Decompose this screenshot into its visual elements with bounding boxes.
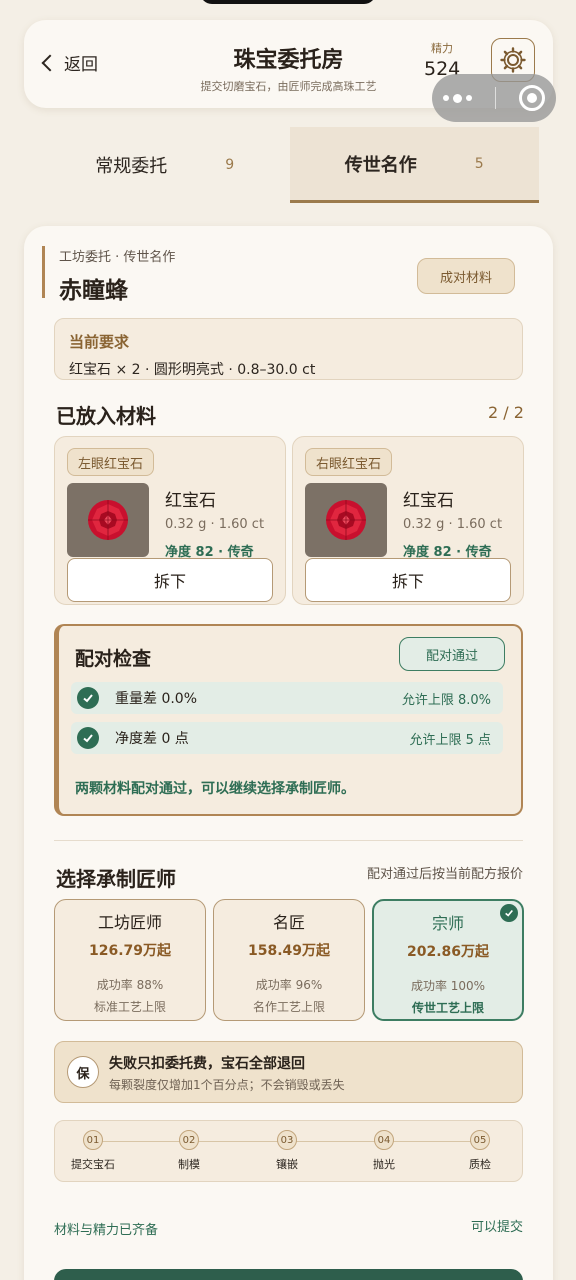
crafter-limit: 标准工艺上限 bbox=[93, 1000, 166, 1014]
crafter-success-rate: 成功率 88% bbox=[96, 978, 164, 992]
check-label: 重量差 0.0% bbox=[115, 691, 198, 707]
close-target-icon[interactable] bbox=[518, 85, 545, 111]
guarantee-title: 失败只扣委托费，宝石全部退回 bbox=[109, 1056, 305, 1072]
check-limit: 允许上限 8.0% bbox=[401, 692, 491, 708]
mini-program-capsule bbox=[432, 74, 556, 122]
device-notch bbox=[200, 0, 376, 4]
step-number: 01 bbox=[83, 1130, 103, 1150]
step-label: 制模 bbox=[178, 1158, 200, 1171]
submit-hint: 可以提交 bbox=[470, 1220, 523, 1235]
ruby-thumbnail bbox=[67, 483, 149, 557]
crafter-price: 158.49万起 bbox=[247, 943, 331, 959]
requirement-value: 红宝石 × 2 · 圆形明亮式 · 0.8–30.0 ct bbox=[69, 362, 316, 378]
crafter-price: 202.86万起 bbox=[406, 944, 490, 960]
crafter-option-master[interactable]: 名匠 158.49万起 成功率 96% 名作工艺上限 bbox=[213, 899, 365, 1021]
remove-button[interactable]: 拆下 bbox=[305, 558, 511, 602]
check-icon bbox=[77, 687, 99, 709]
step-label: 提交宝石 bbox=[71, 1158, 115, 1171]
step-number: 02 bbox=[179, 1130, 199, 1150]
crafter-name: 工坊匠师 bbox=[97, 913, 162, 932]
step-label: 镶嵌 bbox=[276, 1158, 298, 1171]
ready-status: 材料与精力已齐备 bbox=[54, 1223, 159, 1238]
crafter-option-grandmaster[interactable]: 宗师 202.86万起 成功率 100% 传世工艺上限 bbox=[372, 899, 524, 1021]
material-name: 红宝石 bbox=[165, 491, 216, 511]
check-limit: 允许上限 5 点 bbox=[409, 732, 491, 748]
step-label: 抛光 bbox=[373, 1158, 395, 1171]
selected-check-icon bbox=[500, 904, 518, 922]
materials-title: 已放入材料 bbox=[56, 404, 156, 428]
step-number: 04 bbox=[374, 1130, 394, 1150]
section-divider bbox=[54, 840, 523, 841]
step-number: 03 bbox=[277, 1130, 297, 1150]
guarantee-seal-icon: 保 bbox=[67, 1056, 99, 1088]
requirement-label: 当前要求 bbox=[69, 333, 130, 351]
crafter-success-rate: 成功率 100% bbox=[410, 979, 486, 993]
step-item: 02 制模 bbox=[159, 1130, 219, 1172]
material-card-right: 右眼红宝石 红宝石 0.32 g · 1.60 ct 净度 82 · 传奇 拆下 bbox=[292, 436, 524, 605]
commission-name: 赤瞳蜂 bbox=[59, 278, 128, 304]
pair-check-panel: 配对检查 配对通过 重量差 0.0% 允许上限 8.0% 净度差 0 点 允许上… bbox=[54, 624, 523, 816]
tab-legendary[interactable]: 传世名作 5 bbox=[289, 127, 539, 203]
tab-label: 常规委托 bbox=[95, 156, 168, 177]
crafter-name: 名匠 bbox=[272, 913, 305, 932]
tab-count: 5 bbox=[474, 155, 484, 172]
step-number: 05 bbox=[470, 1130, 490, 1150]
capsule-divider bbox=[494, 87, 496, 109]
commission-card: 工坊委托 · 传世名作 赤瞳蜂 成对材料 当前要求 红宝石 × 2 · 圆形明亮… bbox=[24, 226, 553, 1280]
check-label: 净度差 0 点 bbox=[115, 731, 189, 747]
pair-check-title: 配对检查 bbox=[75, 648, 152, 670]
crafter-success-rate: 成功率 96% bbox=[255, 978, 323, 992]
guarantee-desc: 每颗裂度仅增加1个百分点；不会销毁或丢失 bbox=[109, 1078, 345, 1092]
submit-button[interactable] bbox=[54, 1269, 523, 1280]
crafter-limit: 名作工艺上限 bbox=[252, 1000, 325, 1014]
step-item: 05 质检 bbox=[450, 1130, 510, 1172]
check-row-clarity: 净度差 0 点 允许上限 5 点 bbox=[71, 722, 503, 754]
energy-label: 精力 bbox=[431, 42, 453, 55]
material-spec: 0.32 g · 1.60 ct bbox=[403, 517, 503, 532]
pair-check-note: 两颗材料配对通过，可以继续选择承制匠师。 bbox=[75, 781, 355, 797]
tab-regular[interactable]: 常规委托 9 bbox=[40, 127, 290, 203]
tab-label: 传世名作 bbox=[344, 154, 417, 176]
crafter-limit: 传世工艺上限 bbox=[411, 1001, 484, 1015]
step-item: 01 提交宝石 bbox=[63, 1130, 123, 1172]
ruby-thumbnail bbox=[305, 483, 387, 557]
step-item: 04 抛光 bbox=[354, 1130, 414, 1172]
crafters-title: 选择承制匠师 bbox=[56, 867, 176, 891]
check-icon bbox=[77, 727, 99, 749]
gear-icon bbox=[500, 47, 526, 73]
breadcrumb: 工坊委托 · 传世名作 bbox=[59, 250, 176, 265]
materials-count: 2 / 2 bbox=[488, 403, 524, 422]
guarantee-box: 保 失败只扣委托费，宝石全部退回 每颗裂度仅增加1个百分点；不会销毁或丢失 bbox=[54, 1041, 523, 1103]
page-title: 珠宝委托房 bbox=[233, 48, 344, 73]
step-label: 质检 bbox=[469, 1158, 491, 1171]
commission-heading: 工坊委托 · 传世名作 赤瞳蜂 bbox=[42, 246, 176, 304]
ruby-gem-icon bbox=[88, 500, 128, 540]
pair-material-tag: 成对材料 bbox=[417, 258, 515, 294]
slot-label: 左眼红宝石 bbox=[67, 448, 155, 476]
step-item: 03 镶嵌 bbox=[257, 1130, 317, 1172]
pair-pass-badge: 配对通过 bbox=[399, 637, 505, 671]
process-steps: 01 提交宝石 02 制模 03 镶嵌 04 抛光 05 质检 bbox=[54, 1120, 523, 1182]
ruby-gem-icon bbox=[326, 500, 366, 540]
remove-button[interactable]: 拆下 bbox=[67, 558, 273, 602]
material-name: 红宝石 bbox=[403, 491, 454, 511]
requirement-box: 当前要求 红宝石 × 2 · 圆形明亮式 · 0.8–30.0 ct bbox=[54, 318, 523, 380]
crafter-option-workshop[interactable]: 工坊匠师 126.79万起 成功率 88% 标准工艺上限 bbox=[54, 899, 206, 1021]
tab-bar: 常规委托 9 传世名作 5 bbox=[40, 127, 539, 203]
check-row-weight: 重量差 0.0% 允许上限 8.0% bbox=[71, 682, 503, 714]
crafter-price: 126.79万起 bbox=[88, 943, 172, 959]
slot-label: 右眼红宝石 bbox=[305, 448, 393, 476]
material-card-left: 左眼红宝石 红宝石 0.32 g · 1.60 ct 净度 82 · 传奇 拆下 bbox=[54, 436, 286, 605]
more-icon[interactable] bbox=[443, 93, 473, 103]
tab-count: 9 bbox=[225, 157, 235, 173]
crafters-hint: 配对通过后按当前配方报价 bbox=[366, 867, 523, 882]
material-spec: 0.32 g · 1.60 ct bbox=[165, 517, 265, 532]
